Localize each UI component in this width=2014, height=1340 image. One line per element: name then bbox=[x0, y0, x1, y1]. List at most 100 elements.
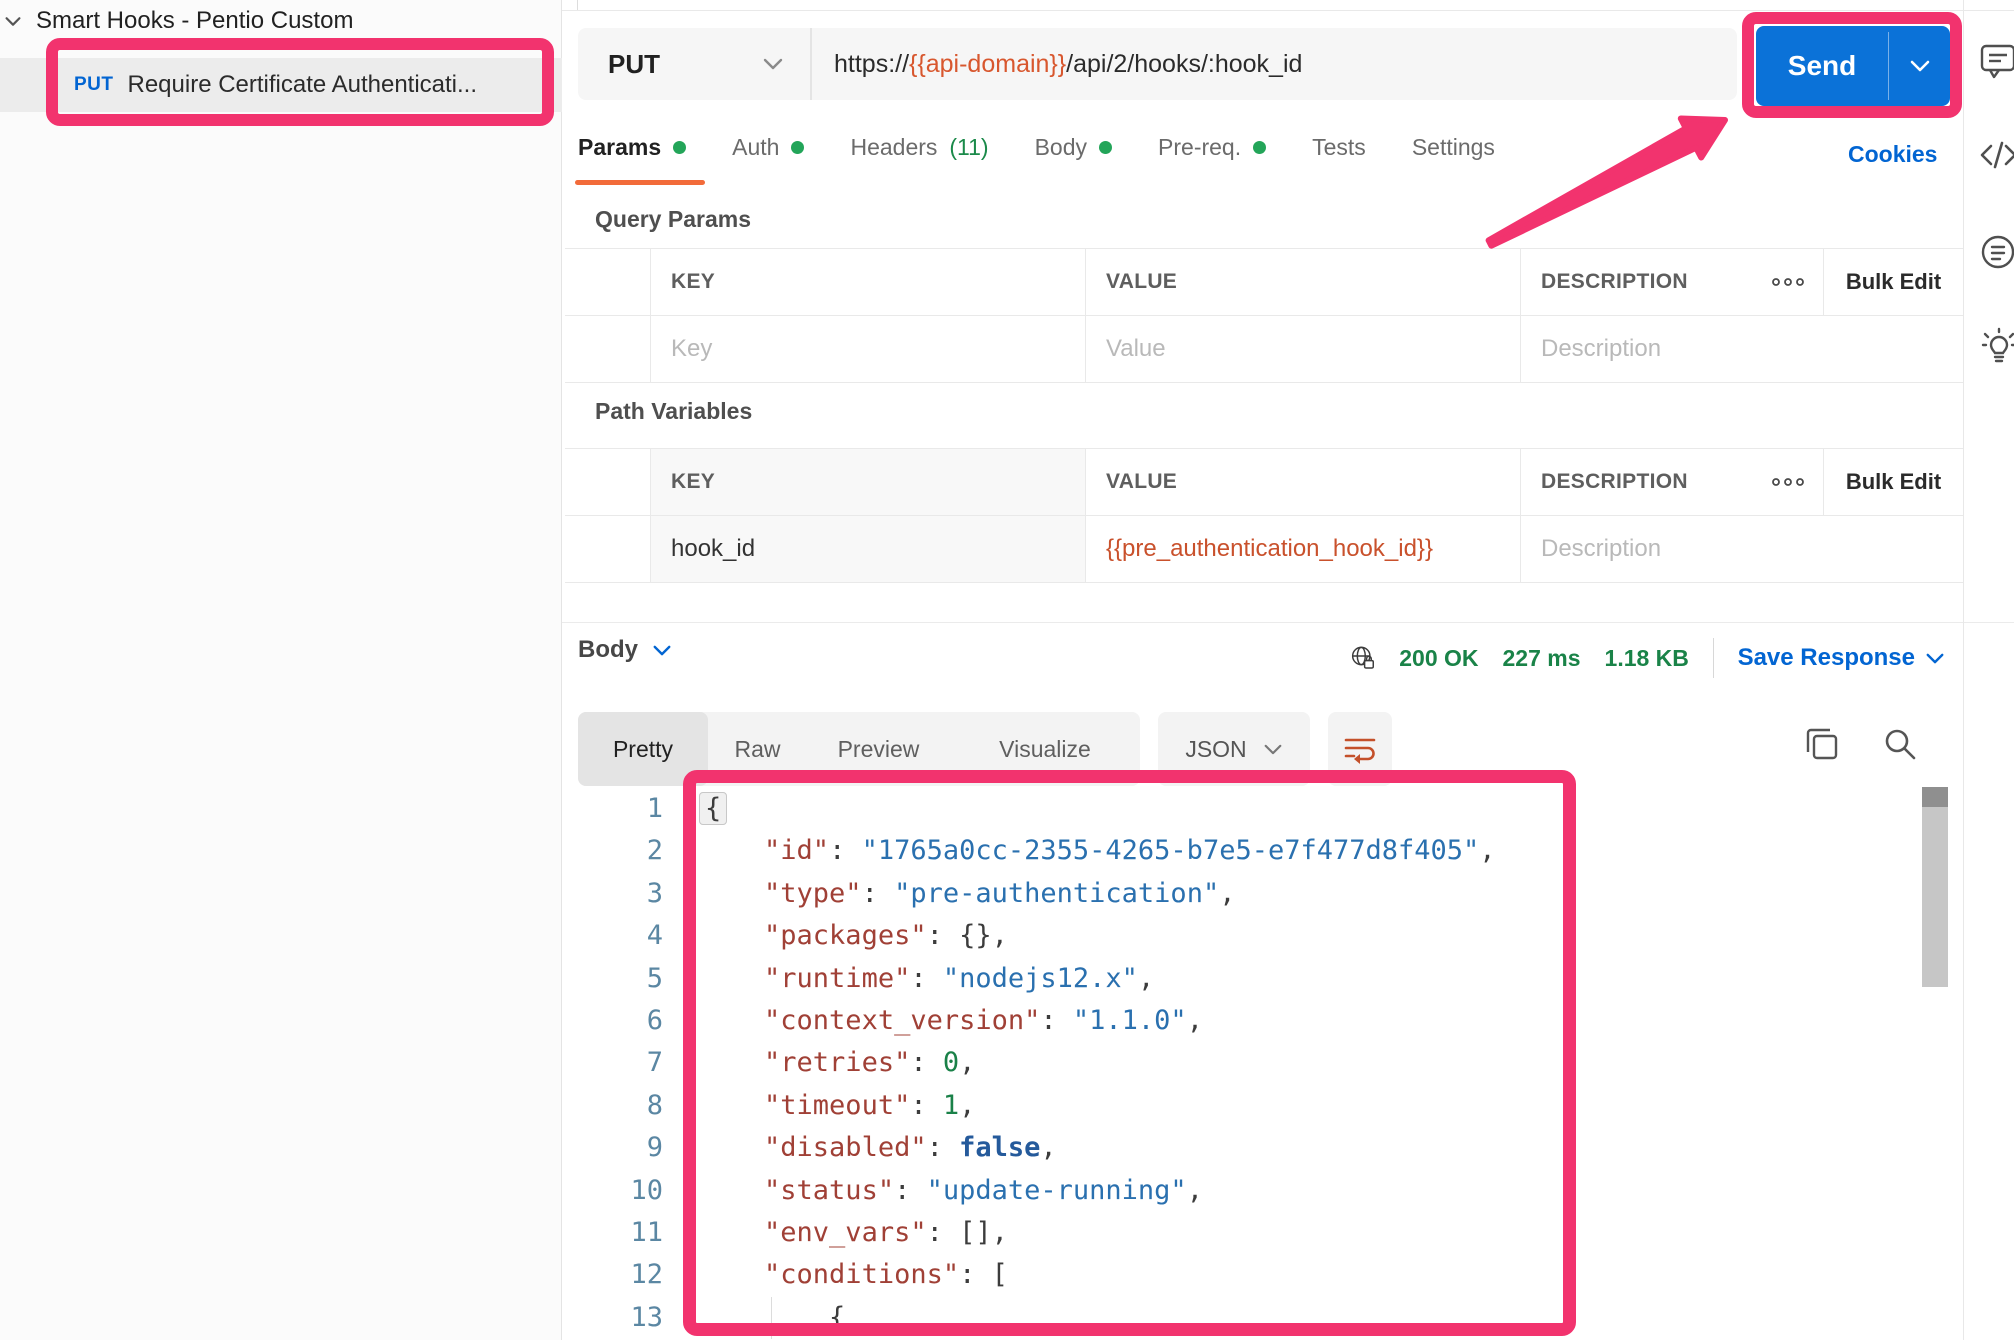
url-input[interactable]: https://{{api-domain}}/api/2/hooks/:hook… bbox=[834, 50, 1302, 79]
tab-params[interactable]: Params bbox=[578, 134, 686, 161]
tab-auth[interactable]: Auth bbox=[732, 134, 804, 161]
tab-label: Auth bbox=[732, 134, 779, 161]
copy-icon bbox=[1803, 725, 1841, 763]
tab-label: Headers bbox=[850, 134, 937, 161]
tips-button[interactable] bbox=[1978, 326, 2014, 370]
path-variables-title: Path Variables bbox=[595, 398, 752, 425]
tab-label: Body bbox=[1035, 134, 1087, 161]
save-response-button[interactable]: Save Response bbox=[1738, 644, 1945, 672]
send-button[interactable]: Send bbox=[1756, 26, 1950, 106]
send-button-label[interactable]: Send bbox=[1756, 26, 1888, 106]
bulk-edit-button[interactable]: Bulk Edit bbox=[1823, 249, 1963, 315]
code-line: "disabled": false, bbox=[699, 1127, 1555, 1169]
request-info-button[interactable] bbox=[1978, 232, 2014, 276]
response-body-dropdown[interactable]: Body bbox=[578, 636, 672, 664]
key-column-header: KEY bbox=[650, 449, 1085, 515]
line-number: 6 bbox=[560, 1000, 663, 1042]
description-column-header: DESCRIPTION bbox=[1520, 249, 1752, 315]
tab-tests[interactable]: Tests bbox=[1312, 134, 1366, 161]
request-method-badge: PUT bbox=[74, 74, 114, 96]
line-number: 12 bbox=[560, 1254, 663, 1296]
value-input[interactable]: Value bbox=[1085, 316, 1520, 382]
comment-icon bbox=[1978, 40, 2014, 84]
cookies-link[interactable]: Cookies bbox=[1848, 141, 1937, 168]
view-tab-preview[interactable]: Preview bbox=[807, 712, 950, 786]
code-line: "conditions": [ bbox=[699, 1254, 1555, 1296]
code-snippet-button[interactable] bbox=[1978, 134, 2014, 178]
response-scrollbar-thumb[interactable] bbox=[1922, 787, 1948, 807]
chevron-down-icon bbox=[1925, 652, 1945, 665]
view-tab-visualize[interactable]: Visualize bbox=[950, 712, 1140, 786]
tab-separator-tick bbox=[577, 0, 578, 10]
save-response-label: Save Response bbox=[1738, 644, 1915, 672]
globe-lock-icon[interactable] bbox=[1350, 638, 1375, 678]
more-options-button[interactable] bbox=[1752, 449, 1823, 515]
tab-settings[interactable]: Settings bbox=[1412, 134, 1495, 161]
send-options-caret[interactable] bbox=[1889, 26, 1950, 106]
row-select-cell[interactable] bbox=[565, 516, 650, 582]
tab-headers[interactable]: Headers(11) bbox=[850, 134, 988, 161]
path-variable-key[interactable]: hook_id bbox=[650, 516, 1085, 582]
url-bar-divider bbox=[810, 28, 812, 100]
line-number: 8 bbox=[560, 1085, 663, 1127]
query-params-title: Query Params bbox=[595, 206, 751, 233]
line-number: 2 bbox=[560, 830, 663, 872]
line-number: 11 bbox=[560, 1212, 663, 1254]
code-line: "context_version": "1.1.0", bbox=[699, 1000, 1555, 1042]
chevron-down-icon bbox=[1909, 59, 1931, 73]
response-scrollbar-track[interactable] bbox=[1922, 787, 1948, 987]
code-line: "runtime": "nodejs12.x", bbox=[699, 958, 1555, 1000]
format-dropdown[interactable]: JSON bbox=[1158, 712, 1310, 786]
key-input[interactable]: Key bbox=[650, 316, 1085, 382]
chevron-down-icon bbox=[762, 57, 784, 71]
wrap-lines-icon bbox=[1343, 734, 1377, 764]
table-row: Key Value Description bbox=[565, 316, 1963, 382]
value-column-header: VALUE bbox=[1085, 449, 1520, 515]
path-variable-value[interactable]: {{pre_authentication_hook_id}} bbox=[1085, 516, 1520, 582]
response-code-lines[interactable]: { "id": "1765a0cc-2355-4265-b7e5-e7f477d… bbox=[699, 788, 1555, 1339]
tab-label: Tests bbox=[1312, 134, 1366, 161]
more-options-button[interactable] bbox=[1752, 249, 1823, 315]
response-section-divider bbox=[562, 622, 2014, 623]
wrap-lines-button[interactable] bbox=[1328, 712, 1392, 786]
green-dot-icon bbox=[673, 141, 686, 154]
code-line: "id": "1765a0cc-2355-4265-b7e5-e7f477d8f… bbox=[699, 830, 1555, 872]
code-line: "retries": 0, bbox=[699, 1042, 1555, 1084]
method-dropdown[interactable]: PUT bbox=[578, 28, 810, 100]
request-tabs: Params Auth Headers(11) Body Pre-req. Te… bbox=[578, 134, 1495, 161]
search-response-button[interactable] bbox=[1878, 722, 1922, 766]
top-divider bbox=[562, 10, 2014, 11]
green-dot-icon bbox=[791, 141, 804, 154]
line-number: 7 bbox=[560, 1042, 663, 1084]
indent-guide bbox=[771, 1297, 772, 1339]
bulk-edit-button[interactable]: Bulk Edit bbox=[1823, 449, 1963, 515]
code-icon bbox=[1978, 134, 2014, 178]
code-line: "status": "update-running", bbox=[699, 1170, 1555, 1212]
line-number: 5 bbox=[560, 958, 663, 1000]
request-url-bar: PUT https://{{api-domain}}/api/2/hooks/:… bbox=[578, 28, 1737, 100]
tab-label: Settings bbox=[1412, 134, 1495, 161]
description-input[interactable]: Description bbox=[1520, 316, 1963, 382]
response-status[interactable]: 200 OK bbox=[1399, 645, 1478, 672]
line-number: 13 bbox=[560, 1297, 663, 1339]
response-time[interactable]: 227 ms bbox=[1503, 645, 1581, 672]
code-line: "packages": {}, bbox=[699, 915, 1555, 957]
tab-label: Pre-req. bbox=[1158, 134, 1241, 161]
description-column-header: DESCRIPTION bbox=[1520, 449, 1752, 515]
sidebar-collection-row[interactable]: Smart Hooks - Pentio Custom bbox=[0, 4, 560, 38]
sidebar-request-item[interactable]: PUT Require Certificate Authenticati... bbox=[74, 58, 477, 112]
tab-label: Params bbox=[578, 134, 661, 161]
copy-response-button[interactable] bbox=[1800, 722, 1844, 766]
row-select-cell[interactable] bbox=[565, 316, 650, 382]
format-selected-value: JSON bbox=[1185, 736, 1246, 763]
description-input[interactable]: Description bbox=[1520, 516, 1963, 582]
documentation-comment-button[interactable] bbox=[1978, 40, 2014, 84]
tab-pre-request[interactable]: Pre-req. bbox=[1158, 134, 1266, 161]
line-number: 9 bbox=[560, 1127, 663, 1169]
view-tab-raw[interactable]: Raw bbox=[708, 712, 807, 786]
chevron-down-icon[interactable] bbox=[2, 10, 24, 32]
view-tab-pretty[interactable]: Pretty bbox=[578, 712, 708, 786]
code-line: { bbox=[699, 788, 1555, 830]
response-size[interactable]: 1.18 KB bbox=[1605, 645, 1689, 672]
tab-body[interactable]: Body bbox=[1035, 134, 1112, 161]
